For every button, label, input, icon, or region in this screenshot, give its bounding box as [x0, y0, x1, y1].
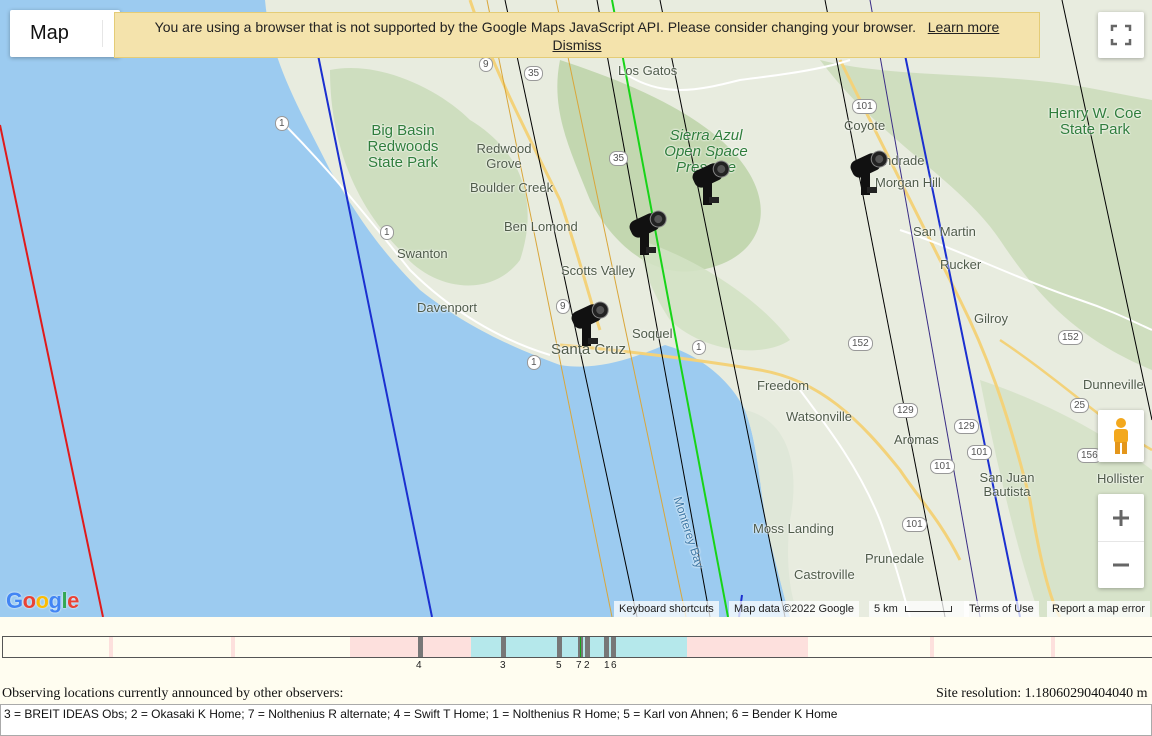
timeline-bars: [109, 637, 1055, 657]
timeline-label: 6: [611, 660, 617, 671]
fullscreen-icon: [1110, 24, 1132, 46]
timeline-label: 1: [604, 660, 610, 671]
zoom-out-icon: [1113, 563, 1129, 566]
place-san-martin: San Martin: [913, 224, 976, 239]
highway-shield: 1: [275, 116, 289, 131]
timeline-label: 4: [416, 660, 422, 671]
google-logo: Google: [6, 588, 79, 613]
place-los-gatos: Los Gatos: [618, 63, 678, 78]
map-canvas[interactable]: Los Gatos Big Basin Redwoods State Park …: [0, 0, 1152, 617]
observer-camera-icon[interactable]: [689, 155, 735, 215]
place-swanton: Swanton: [397, 246, 448, 261]
scale-bar[interactable]: 5 km: [869, 601, 969, 617]
highway-shield: 1: [380, 225, 394, 240]
highway-shield: 152: [1058, 330, 1083, 345]
keyboard-shortcuts-link[interactable]: Keyboard shortcuts: [614, 601, 719, 617]
place-prunedale: Prunedale: [865, 551, 925, 566]
place-big-basin: Big Basin Redwoods State Park: [367, 122, 439, 171]
scale-ruler: [904, 606, 952, 613]
zoom-out-button[interactable]: [1098, 542, 1144, 588]
observer-camera-icon[interactable]: [847, 145, 893, 205]
place-hollister: Hollister: [1097, 471, 1144, 486]
place-coyote: Coyote: [844, 118, 886, 133]
place-soquel: Soquel: [632, 326, 673, 341]
map-data-attribution: Map data ©2022 Google: [729, 601, 860, 617]
highway-shield: 152: [848, 336, 873, 351]
observers-textarea[interactable]: 3 = BREIT IDEAS Obs; 2 = Okasaki K Home;…: [0, 704, 1152, 736]
site-resolution-label: Site resolution: 1.18060290404040 m: [936, 686, 1148, 701]
terms-of-use-link[interactable]: Terms of Use: [964, 601, 1039, 617]
timeline-label: 2: [584, 660, 590, 671]
report-map-error-link[interactable]: Report a map error: [1047, 601, 1150, 617]
observer-timeline[interactable]: [2, 636, 1152, 658]
place-henry-coe: Henry W. Coe State Park: [1048, 105, 1142, 138]
highway-shield: 1: [527, 355, 541, 370]
timeline-label: 7: [576, 660, 582, 671]
highway-shield: 25: [1070, 398, 1090, 413]
observer-camera-icon[interactable]: [626, 205, 672, 265]
observer-camera-icon[interactable]: [568, 296, 614, 356]
learn-more-link[interactable]: Learn more: [928, 19, 1000, 35]
highway-shield: 101: [967, 445, 992, 460]
highway-shield: 129: [893, 403, 918, 418]
scale-label: 5 km: [874, 603, 898, 615]
zoom-control: [1098, 494, 1144, 588]
highway-shield: 35: [524, 66, 544, 81]
timeline-label: 3: [500, 660, 506, 671]
dismiss-link[interactable]: Dismiss: [553, 37, 602, 53]
place-gilroy: Gilroy: [974, 311, 1008, 326]
street-view-pegman[interactable]: [1098, 410, 1144, 462]
observers-list-text: 3 = BREIT IDEAS Obs; 2 = Okasaki K Home;…: [4, 707, 838, 721]
place-dunneville: Dunneville: [1083, 377, 1144, 392]
warning-text: You are using a browser that is not supp…: [154, 19, 917, 35]
place-freedom: Freedom: [757, 378, 810, 393]
pegman-icon: [1114, 418, 1128, 454]
place-castroville: Castroville: [794, 567, 855, 582]
place-moss-landing: Moss Landing: [753, 521, 834, 536]
place-san-juan-bautista: San Juan Bautista: [979, 470, 1035, 499]
map-type-control[interactable]: Map: [10, 10, 120, 57]
fullscreen-button[interactable]: [1098, 12, 1144, 58]
highway-shield: 1: [692, 340, 706, 355]
zoom-in-icon: [1113, 509, 1129, 526]
observing-locations-label: Observing locations currently announced …: [2, 686, 344, 701]
place-aromas: Aromas: [894, 432, 939, 447]
browser-warning-banner: You are using a browser that is not supp…: [114, 12, 1040, 58]
divider: [102, 20, 103, 47]
place-davenport: Davenport: [417, 300, 477, 315]
zoom-in-button[interactable]: [1098, 495, 1144, 542]
highway-shield: 101: [930, 459, 955, 474]
place-scotts-valley: Scotts Valley: [561, 263, 636, 278]
place-boulder-creek: Boulder Creek: [470, 180, 554, 195]
place-watsonville: Watsonville: [786, 409, 852, 424]
timeline-label: 5: [556, 660, 562, 671]
place-redwood-grove: Redwood Grove: [476, 141, 532, 171]
highway-shield: 101: [902, 517, 927, 532]
place-rucker: Rucker: [940, 257, 982, 272]
place-ben-lomond: Ben Lomond: [504, 219, 578, 234]
highway-shield: 35: [609, 151, 629, 166]
map-type-label[interactable]: Map: [30, 22, 69, 45]
highway-shield: 129: [954, 419, 979, 434]
highway-shield: 101: [852, 99, 877, 114]
highway-shield: 9: [479, 57, 493, 72]
